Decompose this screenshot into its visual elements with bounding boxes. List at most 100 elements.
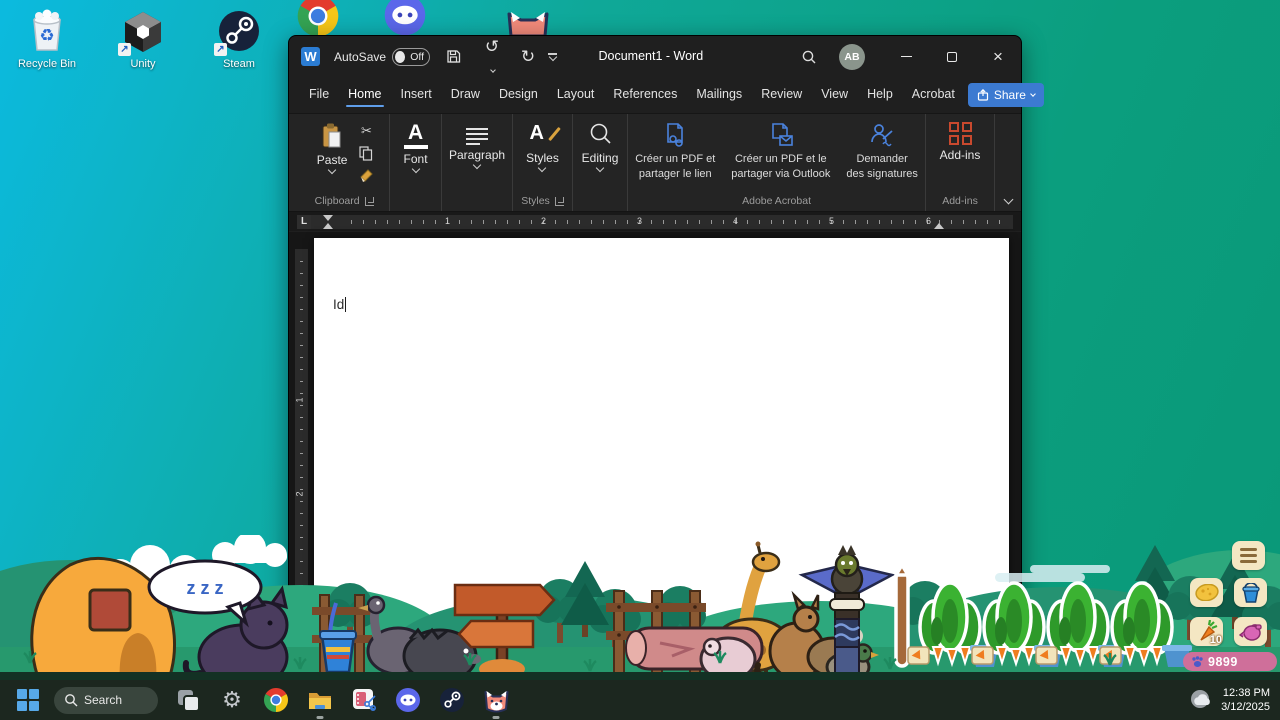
chrome-icon (296, 0, 340, 38)
tab-view[interactable]: View (815, 81, 854, 109)
save-button[interactable] (446, 49, 466, 64)
fox-app-button[interactable] (482, 686, 510, 714)
task-view-button[interactable] (174, 686, 202, 714)
paragraph-button[interactable]: Paragraph (443, 120, 511, 170)
maximize-button[interactable] (929, 36, 975, 77)
create-pdf-share-link-button[interactable]: Créer un PDF et partager le lien (629, 120, 721, 184)
running-indicator (317, 716, 324, 719)
tab-draw[interactable]: Draw (445, 81, 486, 109)
start-button[interactable] (14, 686, 42, 714)
game-carrot-button[interactable]: 10 (1190, 617, 1223, 646)
horizontal-ruler[interactable]: 1 2 3 4 5 6 (311, 215, 1013, 229)
search-icon (801, 49, 817, 65)
game-bucket-button[interactable] (1234, 578, 1267, 607)
taskbar-clock[interactable]: 12:38 PM 3/12/2025 (1221, 686, 1270, 715)
clipchamp-button[interactable] (350, 686, 378, 714)
ribbon-group-adobe-acrobat: Créer un PDF et partager le lien Créer u… (628, 114, 926, 211)
undo-button[interactable]: ↺ (482, 37, 502, 77)
tab-file[interactable]: File (303, 81, 335, 109)
request-signatures-button[interactable]: Demander des signatures (840, 120, 924, 184)
right-indent-marker[interactable] (934, 223, 944, 229)
shortcut-arrow-icon: ↗ (214, 43, 227, 56)
tab-mailings[interactable]: Mailings (690, 81, 748, 109)
desktop-icon-chrome-partial[interactable] (296, 0, 340, 38)
tab-acrobat[interactable]: Acrobat (906, 81, 961, 109)
steam-icon (439, 687, 465, 713)
tab-insert[interactable]: Insert (395, 81, 438, 109)
share-button[interactable]: Share (968, 83, 1044, 107)
svg-text:z z z: z z z (186, 578, 223, 598)
collapse-ribbon-button[interactable] (995, 114, 1021, 211)
document-text[interactable]: Id (333, 297, 346, 312)
first-line-indent-marker[interactable] (323, 215, 333, 221)
ruler-row: L 1 2 3 4 5 6 (289, 211, 1021, 231)
paste-button[interactable]: Paste (311, 120, 354, 175)
tab-review[interactable]: Review (755, 81, 808, 109)
chevron-down-icon (1003, 195, 1013, 205)
customize-toolbar-button[interactable] (548, 53, 557, 60)
game-menu-button[interactable] (1232, 541, 1265, 570)
autosave-toggle[interactable]: AutoSave Off (334, 48, 430, 66)
dialog-launcher-icon[interactable] (555, 197, 564, 206)
game-sponge-button[interactable] (1190, 578, 1223, 607)
editing-search-icon (588, 122, 612, 148)
format-painter-button[interactable] (355, 166, 377, 184)
chrome-icon (263, 687, 289, 713)
tab-home[interactable]: Home (342, 81, 387, 109)
desktop-icon-steam[interactable]: ↗ Steam (196, 8, 282, 70)
editing-button[interactable]: Editing (576, 120, 625, 173)
ribbon-group-editing: Editing (573, 114, 629, 211)
tab-help[interactable]: Help (861, 81, 899, 109)
cut-button[interactable]: ✂ (355, 122, 377, 140)
settings-button[interactable]: ⚙ (218, 686, 246, 714)
account-avatar[interactable]: AB (839, 44, 865, 70)
discord-button[interactable] (394, 686, 422, 714)
harvest-count: 9899 (1208, 655, 1238, 669)
steam-button[interactable] (438, 686, 466, 714)
taskbar: Search ⚙ (0, 680, 1280, 720)
ribbon-group-font: A Font (390, 114, 442, 211)
search-button[interactable] (801, 49, 817, 65)
ribbon-tab-bar: File Home Insert Draw Design Layout Refe… (289, 77, 1021, 113)
tab-references[interactable]: References (607, 81, 683, 109)
font-button[interactable]: A Font (398, 120, 434, 174)
sponge-icon (1195, 584, 1219, 601)
create-pdf-share-outlook-button[interactable]: Créer un PDF et le partager via Outlook (725, 120, 836, 184)
tab-design[interactable]: Design (493, 81, 544, 109)
request-signatures-icon (869, 122, 895, 148)
close-icon: × (993, 48, 1003, 65)
document-title: Document1 - Word (598, 36, 703, 77)
word-logo-icon[interactable] (301, 47, 320, 66)
acrobat-button-line1: Demander (856, 153, 907, 165)
desktop-icon-discord-partial[interactable] (383, 0, 427, 37)
group-label-addins: Add-ins (942, 195, 978, 207)
tab-layout[interactable]: Layout (551, 81, 601, 109)
redo-button[interactable]: ↻ (518, 47, 538, 67)
addins-button[interactable]: Add-ins (934, 120, 987, 164)
dialog-launcher-icon[interactable] (365, 197, 374, 206)
watering-can-icon (1239, 622, 1263, 641)
addins-label: Add-ins (940, 148, 981, 162)
clock-time: 12:38 PM (1221, 686, 1270, 700)
weather-icon[interactable] (1189, 689, 1213, 711)
pdf-share-link-icon (662, 122, 688, 148)
search-label: Search (84, 693, 122, 707)
minimize-button[interactable] (883, 36, 929, 77)
close-button[interactable]: × (975, 36, 1021, 77)
autosave-switch[interactable]: Off (392, 48, 430, 66)
taskbar-search[interactable]: Search (54, 687, 158, 714)
chevron-down-icon (538, 164, 546, 172)
clock-date: 3/12/2025 (1221, 700, 1270, 714)
addins-icon (949, 122, 972, 145)
desktop-icon-recycle-bin[interactable]: ♻ Recycle Bin (4, 8, 90, 70)
ruler-number: 4 (733, 216, 738, 226)
font-icon: A (404, 122, 428, 149)
file-explorer-button[interactable] (306, 686, 334, 714)
tab-stop-selector[interactable]: L (297, 215, 311, 229)
hanging-indent-marker[interactable] (323, 223, 333, 229)
styles-button[interactable]: A Styles (520, 120, 565, 173)
copy-button[interactable] (355, 144, 377, 162)
chrome-button[interactable] (262, 686, 290, 714)
desktop-icon-unity[interactable]: ↗ Unity (100, 8, 186, 70)
game-watering-can-button[interactable] (1234, 617, 1267, 646)
